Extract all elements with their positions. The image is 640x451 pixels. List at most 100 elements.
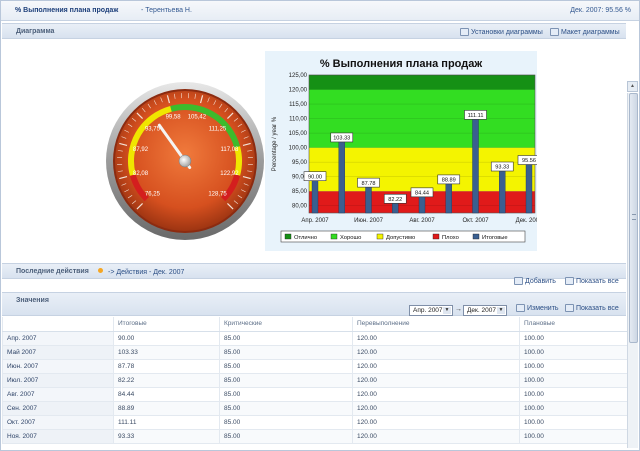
values-section-header: Значения Изменить Показать все: [2, 292, 626, 316]
chart-bar: [365, 182, 372, 214]
chart-legend-swatch: [376, 233, 384, 240]
chart-legend-label: Плохо: [442, 235, 459, 241]
period-to-select[interactable]: Дек. 2007 ▼: [463, 305, 507, 316]
page-title: % Выполнения плана продаж: [15, 7, 119, 14]
period-from-select[interactable]: Апр. 2007 ▼: [409, 305, 453, 316]
chart-y-tick-label: 120,00: [289, 88, 308, 94]
chart-x-tick-label: Авг. 2007: [409, 218, 435, 224]
gauge-tick-label: 117,08: [220, 147, 239, 153]
add-icon: [514, 277, 523, 285]
value-cell: 85.00: [219, 387, 353, 402]
show-all-values-label: Показать все: [576, 304, 619, 312]
value-cell: 90.00: [113, 331, 220, 346]
chart-data-label: 93.33: [495, 165, 509, 171]
chart-panel: % Выполнения плана продаж 80,00 85,00 90,0…: [265, 51, 537, 251]
value-cell: 84.44: [113, 387, 220, 402]
chart-layout-label: Макет диаграммы: [561, 28, 620, 36]
row-period-cell: Авг. 2007: [2, 387, 114, 402]
chevron-down-icon: ▼: [443, 307, 451, 314]
scroll-up-button[interactable]: ▲: [627, 81, 638, 92]
current-period-value: Дек. 2007: 95.56 %: [570, 7, 631, 14]
edit-values-label: Изменить: [527, 304, 559, 312]
chart-y-tick-label: 100,00: [289, 146, 308, 152]
chart-y-tick-label: 115,00: [289, 102, 308, 108]
chart-legend-swatch: [330, 233, 338, 240]
recent-action-link[interactable]: -> Действия - Дек. 2007: [108, 267, 184, 277]
table-row[interactable]: Апр. 2007 90.00 85.00 120.00 100.00: [2, 331, 627, 346]
column-header-period: [2, 317, 114, 332]
chart-data-label: 82.22: [388, 197, 402, 203]
chart-x-tick-label: Окт. 2007: [462, 218, 489, 224]
table-row[interactable]: Июн. 2007 87.78 85.00 120.00 100.00: [2, 359, 627, 374]
recent-actions-title: Последние действия: [16, 268, 89, 275]
chart-settings-button[interactable]: Установки диаграммы: [460, 27, 543, 37]
table-row[interactable]: Сен. 2007 88.89 85.00 120.00 100.00: [2, 401, 627, 416]
value-cell: 120.00: [352, 415, 520, 430]
chart-y-axis-label: Percentage / year %: [272, 116, 278, 171]
column-header-critical[interactable]: Критические: [219, 317, 353, 332]
value-cell: 120.00: [352, 429, 520, 444]
value-cell: 100.00: [519, 387, 627, 402]
chart-legend-label: Итоговые: [482, 235, 508, 241]
chart-y-tick-label: 80,00: [292, 204, 308, 210]
value-cell: 100.00: [519, 345, 627, 360]
chart-legend-swatch: [432, 233, 440, 240]
chart-layout-icon: [550, 28, 559, 36]
value-cell: 120.00: [352, 387, 520, 402]
show-all-actions-button[interactable]: Показать все: [565, 276, 619, 286]
edit-values-button[interactable]: Изменить: [516, 303, 559, 313]
value-cell: 85.00: [219, 415, 353, 430]
value-cell: 85.00: [219, 373, 353, 388]
value-cell: 100.00: [519, 331, 627, 346]
value-cell: 93.33: [113, 429, 220, 444]
vertical-scrollbar[interactable]: [627, 93, 638, 448]
gauge-tick-label: 122,92: [220, 171, 239, 177]
edit-icon: [516, 304, 525, 312]
scrollbar-grip-icon: [632, 214, 636, 220]
column-header-planned[interactable]: Плановые: [519, 317, 627, 332]
table-row[interactable]: Окт. 2007 111.11 85.00 120.00 100.00: [2, 415, 627, 430]
add-action-label: Добавить: [525, 277, 556, 285]
value-cell: 120.00: [352, 373, 520, 388]
value-cell: 85.00: [219, 331, 353, 346]
add-action-button[interactable]: Добавить: [514, 276, 556, 286]
value-cell: 120.00: [352, 345, 520, 360]
table-row[interactable]: Авг. 2007 84.44 85.00 120.00 100.00: [2, 387, 627, 402]
gauge-tick-label: 99,58: [166, 115, 182, 121]
chart-y-tick-label: 110,00: [289, 117, 308, 123]
show-all-values-button[interactable]: Показать все: [565, 303, 619, 313]
chart-x-ticks: Апр. 2007 Июн. 2007 Авг. 2007 Окт. 2007 Дек.…: [301, 218, 537, 224]
values-section-title: Значения: [16, 297, 49, 304]
chart-data-label: 87.78: [362, 181, 376, 187]
chart-legend-swatch: [284, 233, 292, 240]
chart-layout-button[interactable]: Макет диаграммы: [550, 27, 620, 37]
column-header-actual[interactable]: Итоговые: [113, 317, 220, 332]
scrollbar-thumb[interactable]: [629, 93, 638, 343]
gauge-tick-label: 111,25: [209, 126, 227, 132]
chart-data-label: 95.56: [522, 158, 536, 164]
value-cell: 120.00: [352, 331, 520, 346]
value-cell: 85.00: [219, 345, 353, 360]
value-cell: 87.78: [113, 359, 220, 374]
gauge-tick-label: 128,75: [208, 192, 227, 198]
table-row[interactable]: Май 2007 103.33 85.00 120.00 100.00: [2, 345, 627, 360]
chart-data-label: 111.11: [468, 113, 484, 119]
chart-y-tick-label: 125,00: [289, 73, 308, 79]
chevron-down-icon: ▼: [497, 307, 505, 314]
value-cell: 100.00: [519, 373, 627, 388]
chart-band: [309, 75, 535, 90]
speedometer-gauge: 76,25 82,08 87,92 93,75 99,58 105,42111,25 117…: [106, 82, 264, 240]
value-cell: 100.00: [519, 359, 627, 374]
value-cell: 100.00: [519, 415, 627, 430]
table-row[interactable]: Июл. 2007 82.22 85.00 120.00 100.00: [2, 373, 627, 388]
row-period-cell: Июн. 2007: [2, 359, 114, 374]
row-period-cell: Ноя. 2007: [2, 429, 114, 444]
chart-data-label: 88.89: [442, 178, 456, 184]
row-period-cell: Июл. 2007: [2, 373, 114, 388]
show-all-actions-label: Показать все: [576, 277, 619, 285]
gauge-tick-label: 105,42: [188, 115, 207, 121]
table-row[interactable]: Ноя. 2007 93.33 85.00 120.00 100.00: [2, 429, 627, 444]
column-header-overachievement[interactable]: Перевыполнение: [352, 317, 520, 332]
chart-x-tick-label: Дек. 2007: [516, 218, 537, 224]
chart-bar: [472, 115, 479, 214]
